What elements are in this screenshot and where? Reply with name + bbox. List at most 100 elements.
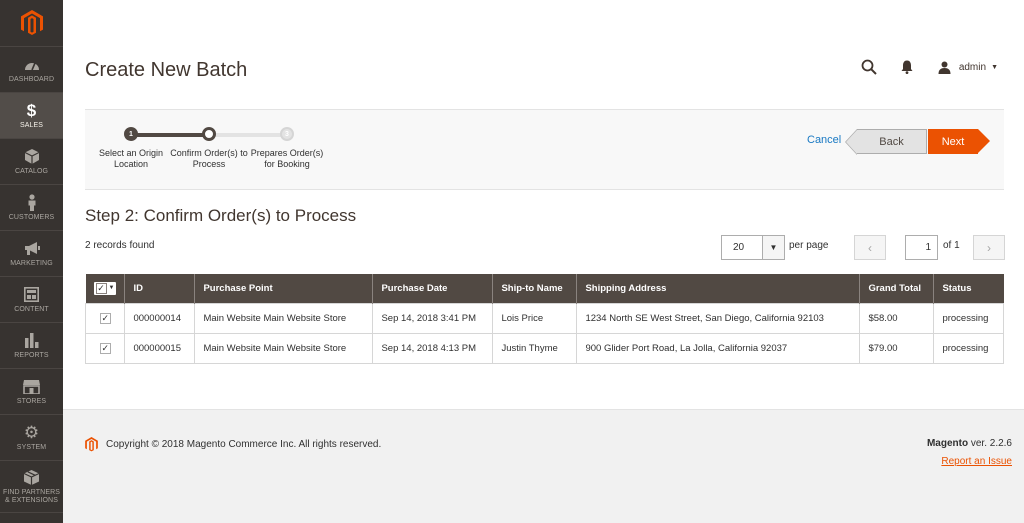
report-issue-link[interactable]: Report an Issue: [941, 456, 1012, 467]
version-number: ver. 2.2.6: [968, 438, 1012, 449]
caret-down-icon[interactable]: ▼: [109, 285, 115, 291]
next-page-button[interactable]: ›: [973, 235, 1005, 260]
cube-icon: [24, 148, 39, 166]
bars-icon: [24, 332, 39, 350]
grid-header-row: ✓ ▼ ID Purchase Point Purchase Date Ship…: [85, 274, 1004, 303]
cell-ship-to-name: Lois Price: [492, 302, 578, 334]
row-select-cell[interactable]: ✓: [84, 332, 126, 364]
magento-logo-icon: [20, 10, 43, 35]
step-2-marker[interactable]: [202, 127, 216, 141]
records-found: 2 records found: [85, 240, 155, 251]
column-header-status[interactable]: Status: [933, 274, 1004, 303]
main-content: Create New Batch admin ▼ 1 3 Select an O…: [63, 0, 1024, 523]
brand-name: Magento: [926, 438, 969, 449]
sidebar-item-partners[interactable]: FIND PARTNERS & EXTENSIONS: [0, 461, 63, 513]
sidebar-item-label: CONTENT: [14, 305, 49, 313]
cancel-link[interactable]: Cancel: [807, 134, 841, 146]
sidebar-item-content[interactable]: CONTENT: [0, 277, 63, 323]
sidebar-item-label: FIND PARTNERS & EXTENSIONS: [2, 488, 61, 504]
back-button[interactable]: Back: [845, 129, 927, 155]
column-header-id[interactable]: ID: [124, 274, 195, 303]
cell-purchase-date: Sep 14, 2018 3:41 PM: [372, 302, 494, 334]
step-2-label: Confirm Order(s) to Process: [170, 148, 248, 169]
column-header-grand-total[interactable]: Grand Total: [859, 274, 934, 303]
sidebar-item-label: SALES: [19, 121, 44, 129]
bell-icon[interactable]: [896, 58, 918, 76]
storefront-icon: [23, 378, 40, 396]
page-number-input[interactable]: 1: [905, 235, 938, 260]
caret-down-icon: ▼: [991, 63, 998, 71]
step-heading: Step 2: Confirm Order(s) to Process: [85, 206, 357, 225]
column-header-ship-to-name[interactable]: Ship-to Name: [492, 274, 577, 303]
cell-purchase-date: Sep 14, 2018 4:13 PM: [372, 332, 494, 364]
progress-track-complete: [131, 133, 209, 137]
sidebar-item-label: MARKETING: [10, 259, 53, 267]
cell-status: processing: [933, 332, 1004, 364]
step-1-marker[interactable]: 1: [124, 127, 138, 141]
step-3-marker: 3: [280, 127, 294, 141]
row-select-cell[interactable]: ✓: [84, 302, 126, 334]
box-icon: [24, 469, 39, 487]
dollar-icon: $: [26, 100, 37, 120]
sidebar-item-customers[interactable]: CUSTOMERS: [0, 185, 63, 231]
copyright: Copyright © 2018 Magento Commerce Inc. A…: [85, 437, 381, 452]
caret-down-icon[interactable]: ▼: [762, 236, 784, 259]
column-header-purchase-point[interactable]: Purchase Point: [194, 274, 373, 303]
sidebar-item-label: STORES: [16, 397, 47, 405]
step-1-label[interactable]: Select an Origin Location: [91, 148, 171, 169]
megaphone-icon: [24, 240, 40, 258]
page-title: Create New Batch: [85, 59, 248, 81]
page-footer: Copyright © 2018 Magento Commerce Inc. A…: [63, 409, 1024, 523]
sidebar-item-dashboard[interactable]: DASHBOARD: [0, 47, 63, 93]
sidebar-item-reports[interactable]: REPORTS: [0, 323, 63, 369]
cell-id: 000000015: [124, 332, 196, 364]
sidebar-item-label: CATALOG: [14, 167, 49, 175]
per-page-label: per page: [789, 240, 829, 251]
user-icon: [938, 61, 951, 74]
per-page-select[interactable]: 20 ▼: [721, 235, 785, 260]
mass-select-control[interactable]: ✓ ▼: [93, 281, 117, 295]
admin-user-menu[interactable]: admin ▼: [938, 61, 998, 74]
dashboard-icon: [24, 56, 40, 74]
progress-track-pending: [209, 133, 287, 137]
column-header-purchase-date[interactable]: Purchase Date: [372, 274, 493, 303]
cell-ship-to-name: Justin Thyme: [492, 332, 578, 364]
column-header-shipping-address[interactable]: Shipping Address: [576, 274, 860, 303]
table-row[interactable]: ✓ 000000015 Main Website Main Website St…: [84, 332, 1004, 364]
magento-logo[interactable]: [0, 0, 63, 47]
sidebar-item-sales[interactable]: $ SALES: [0, 93, 63, 139]
cell-purchase-point: Main Website Main Website Store: [194, 302, 374, 334]
previous-page-button[interactable]: ‹: [854, 235, 886, 260]
mass-select-header[interactable]: ✓ ▼: [85, 274, 125, 303]
sidebar-item-marketing[interactable]: MARKETING: [0, 231, 63, 277]
sidebar-item-label: DASHBOARD: [8, 75, 55, 83]
select-all-checkbox[interactable]: ✓: [95, 282, 107, 294]
search-icon[interactable]: [858, 58, 880, 76]
cell-shipping-address: 1234 North SE West Street, San Diego, Ca…: [576, 302, 861, 334]
table-row[interactable]: ✓ 000000014 Main Website Main Website St…: [84, 302, 1004, 334]
magento-logo-icon: [85, 437, 98, 452]
admin-username: admin: [958, 61, 987, 73]
person-icon: [27, 194, 37, 212]
layout-icon: [24, 286, 39, 304]
sidebar-item-label: CUSTOMERS: [8, 213, 55, 221]
sidebar-item-system[interactable]: ⚙ SYSTEM: [0, 415, 63, 461]
sidebar-item-stores[interactable]: STORES: [0, 369, 63, 415]
per-page-value: 20: [733, 242, 745, 253]
cell-status: processing: [933, 302, 1004, 334]
cell-id: 000000014: [124, 302, 196, 334]
sidebar-item-catalog[interactable]: CATALOG: [0, 139, 63, 185]
header-actions: admin ▼: [842, 58, 998, 76]
cell-shipping-address: 900 Glider Port Road, La Jolla, Californ…: [576, 332, 861, 364]
sidebar-item-label: REPORTS: [14, 351, 49, 359]
step-3-label: Prepares Order(s) for Booking: [250, 148, 324, 169]
orders-grid: ✓ ▼ ID Purchase Point Purchase Date Ship…: [84, 274, 1004, 364]
row-checkbox[interactable]: ✓: [99, 342, 111, 354]
row-checkbox[interactable]: ✓: [99, 312, 111, 324]
version-info: Magento ver. 2.2.6: [927, 438, 1012, 449]
gear-icon: ⚙: [23, 422, 40, 442]
sidebar-item-label: SYSTEM: [16, 443, 47, 451]
cell-grand-total: $58.00: [859, 302, 935, 334]
cell-grand-total: $79.00: [859, 332, 935, 364]
next-button[interactable]: Next: [928, 129, 990, 154]
